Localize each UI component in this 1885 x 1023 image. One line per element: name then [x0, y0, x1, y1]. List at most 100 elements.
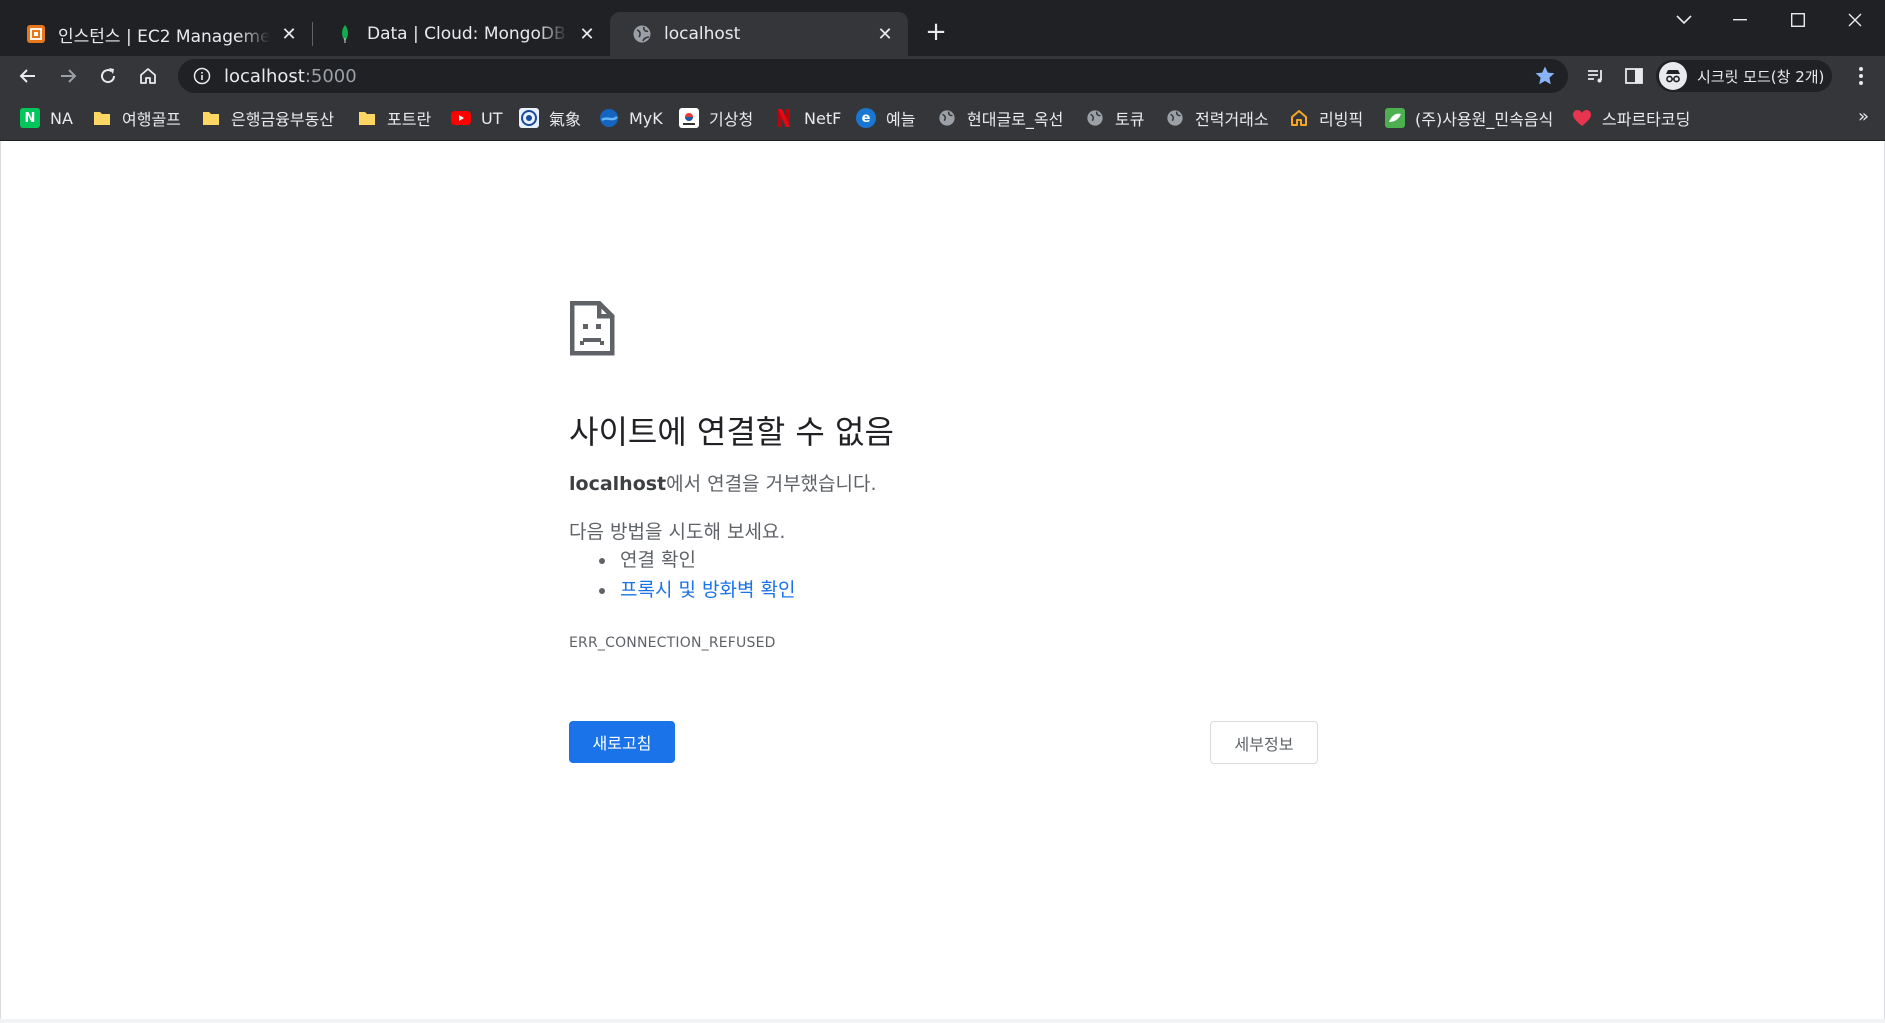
bookmark-item[interactable]: 토큐 — [1085, 106, 1144, 130]
bookmark-item[interactable]: 스파르타코딩 — [1572, 106, 1690, 130]
bookmark-item[interactable]: e 예늘 — [856, 106, 915, 130]
minimize-icon[interactable] — [1712, 0, 1768, 40]
close-icon[interactable]: ✕ — [576, 23, 598, 45]
suggestion-text: 연결 확인 — [620, 549, 696, 571]
incognito-icon — [1659, 62, 1687, 90]
tab-mongodb[interactable]: Data | Cloud: MongoDB Cloud ✕ — [313, 12, 610, 56]
heart-icon — [1572, 108, 1592, 128]
address-bar[interactable]: localhost:5000 — [178, 59, 1568, 93]
profile-label: 시크릿 모드(창 2개) — [1697, 67, 1825, 86]
suggestion-check-connection: 연결 확인 — [569, 545, 795, 575]
address-text[interactable]: localhost:5000 — [224, 66, 357, 87]
bookmarks-bar: N NA 여행골프 은행금융부동산 포트란 UT 氣象 MyK 기상청 NetF… — [0, 96, 1885, 141]
bookmark-label: 예늘 — [886, 110, 916, 129]
new-tab-button[interactable]: + — [922, 18, 950, 46]
error-page: 사이트에 연결할 수 없음 localhost에서 연결을 거부했습니다. 다음… — [0, 141, 1885, 1019]
kma-icon — [679, 108, 699, 128]
bookmark-label: 기상청 — [709, 110, 754, 129]
globe-icon — [1165, 108, 1185, 128]
bookmark-label: 스파르타코딩 — [1602, 110, 1691, 129]
bookmark-label: NetF — [804, 108, 842, 128]
bookmark-label: 리빙픽 — [1319, 110, 1364, 129]
folder-icon — [92, 108, 112, 128]
bookmark-label: 은행금융부동산 — [231, 110, 335, 129]
forward-icon[interactable] — [52, 60, 84, 92]
back-icon[interactable] — [12, 60, 44, 92]
bookmark-label: 氣象 — [549, 110, 582, 129]
home-icon[interactable] — [132, 60, 164, 92]
window-bottom-edge — [0, 1019, 1885, 1023]
folder-icon — [201, 108, 221, 128]
weather-icon — [519, 108, 539, 128]
bookmark-label: 전력거래소 — [1195, 110, 1269, 129]
error-message: 에서 연결을 거부했습니다. — [666, 473, 877, 495]
bookmark-label: 토큐 — [1115, 110, 1145, 129]
tab-search-icon[interactable] — [1656, 0, 1712, 40]
error-host: localhost — [569, 473, 667, 495]
bookmark-item[interactable]: 氣象 — [519, 106, 581, 130]
suggestion-check-proxy: 프록시 및 방화벽 확인 — [569, 575, 795, 605]
bookmark-label: 현대글로_옥선 — [967, 110, 1064, 129]
bookmarks-overflow-button[interactable]: » — [1858, 106, 1869, 127]
bookmark-item[interactable]: 전력거래소 — [1165, 106, 1269, 130]
mongodb-leaf-icon — [335, 24, 355, 44]
folder-icon — [357, 108, 377, 128]
tab-ec2[interactable]: 인스턴스 | EC2 Management Co ✕ — [4, 12, 312, 56]
suggestions-title: 다음 방법을 시도해 보세요. — [569, 521, 786, 543]
bookmark-folder[interactable]: 포트란 — [357, 106, 431, 130]
close-icon[interactable]: ✕ — [874, 23, 896, 45]
tab-localhost[interactable]: localhost ✕ — [610, 12, 908, 56]
netflix-icon — [774, 108, 794, 128]
maximize-icon[interactable] — [1770, 0, 1826, 40]
details-button[interactable]: 세부정보 — [1210, 721, 1318, 764]
globe-icon — [1085, 108, 1105, 128]
globe-icon — [937, 108, 957, 128]
menu-icon[interactable] — [1845, 60, 1877, 92]
reading-list-icon[interactable] — [1580, 60, 1612, 92]
house-icon — [1289, 108, 1309, 128]
edge-icon: e — [856, 108, 876, 128]
myk-icon — [599, 108, 619, 128]
bookmark-label: 여행골프 — [122, 110, 181, 129]
side-panel-icon[interactable] — [1618, 60, 1650, 92]
tab-title: localhost — [664, 24, 741, 44]
browser-window: 인스턴스 | EC2 Management Co ✕ Data | Cloud:… — [0, 0, 1885, 1023]
bookmark-item[interactable]: 현대글로_옥선 — [937, 106, 1063, 130]
bookmark-label: (주)사용원_민속음식 — [1415, 110, 1554, 129]
check-proxy-link[interactable]: 프록시 및 방화벽 확인 — [620, 579, 795, 601]
reload-button[interactable]: 새로고침 — [569, 721, 675, 763]
bookmark-folder[interactable]: 여행골프 — [92, 106, 181, 130]
bookmark-star-icon[interactable] — [1534, 65, 1556, 87]
bookmark-item[interactable]: UT — [451, 106, 502, 130]
naver-icon: N — [20, 108, 40, 128]
leaf-icon — [1385, 108, 1405, 128]
bookmark-folder[interactable]: 은행금융부동산 — [201, 106, 334, 130]
incognito-profile-button[interactable]: 시크릿 모드(창 2개) — [1656, 60, 1832, 92]
bookmark-item[interactable]: NetF — [774, 106, 841, 130]
address-port: :5000 — [304, 65, 357, 87]
tab-title: Data | Cloud: MongoDB Cloud — [367, 24, 568, 44]
window-close-icon[interactable] — [1827, 0, 1883, 40]
globe-icon — [632, 24, 652, 44]
site-info-icon[interactable] — [192, 66, 212, 86]
reload-icon[interactable] — [92, 60, 124, 92]
tab-strip: 인스턴스 | EC2 Management Co ✕ Data | Cloud:… — [0, 0, 1885, 56]
tab-title: 인스턴스 | EC2 Management Co — [58, 26, 270, 47]
close-icon[interactable]: ✕ — [278, 23, 300, 45]
bookmark-item[interactable]: (주)사용원_민속음식 — [1385, 106, 1553, 130]
bookmark-item[interactable]: 기상청 — [679, 106, 753, 130]
address-host: localhost — [224, 65, 305, 87]
aws-ec2-icon — [26, 24, 46, 44]
bookmark-label: 포트란 — [387, 110, 432, 129]
bookmark-item[interactable]: N NA — [20, 106, 73, 130]
bookmark-item[interactable]: 리빙픽 — [1289, 106, 1363, 130]
error-heading: 사이트에 연결할 수 없음 — [569, 413, 894, 451]
bookmark-label: MyK — [629, 108, 663, 128]
error-code: ERR_CONNECTION_REFUSED — [569, 635, 776, 651]
youtube-icon — [451, 108, 471, 128]
sad-page-icon — [569, 300, 615, 360]
bookmark-label: UT — [481, 108, 503, 128]
bookmark-label: NA — [50, 108, 73, 128]
toolbar: localhost:5000 시크릿 모드(창 2개) — [0, 56, 1885, 96]
bookmark-item[interactable]: MyK — [599, 106, 663, 130]
